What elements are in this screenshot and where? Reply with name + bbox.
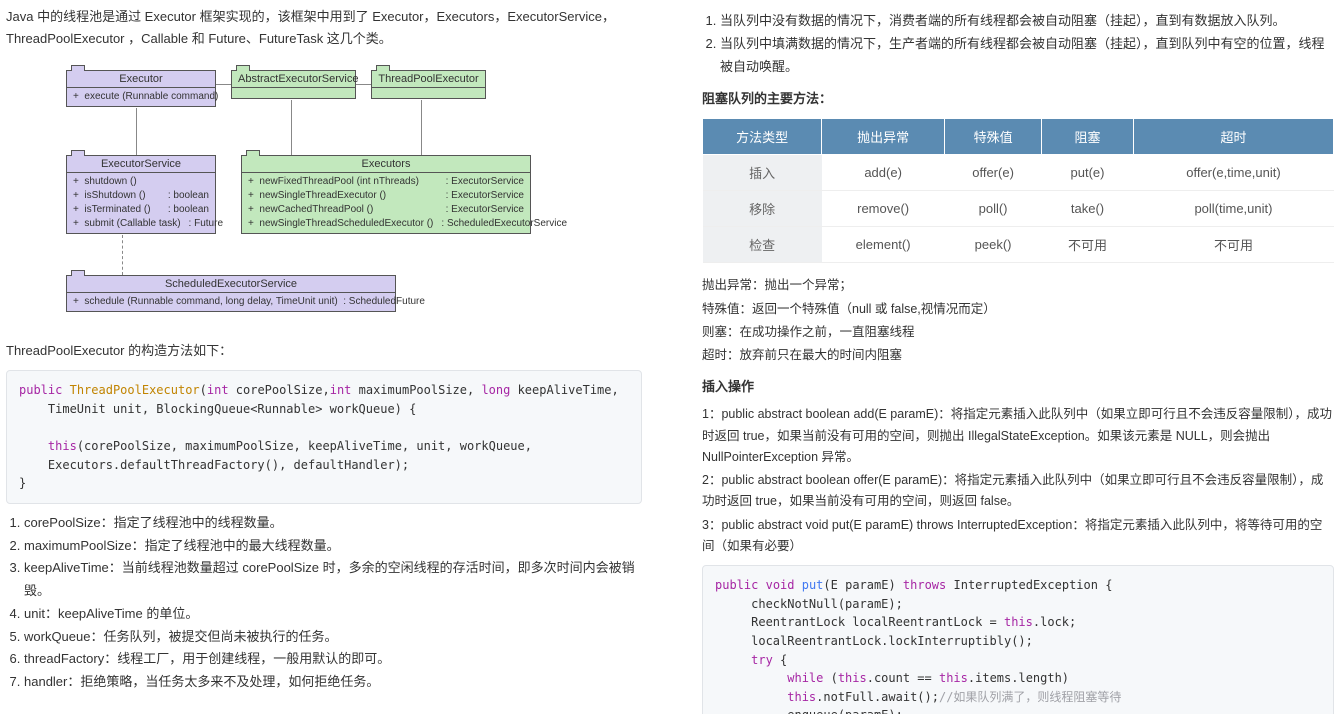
methods-table: 方法类型抛出异常特殊值阻塞超时 插入add(e)offer(e)put(e)of… [702, 118, 1334, 263]
intro-text: Java 中的线程池是通过 Executor 框架实现的，该框架中用到了 Exe… [6, 6, 642, 50]
constructor-caption: ThreadPoolExecutor 的构造方法如下： [6, 340, 642, 362]
list-item: 当队列中没有数据的情况下，消费者端的所有线程都会被自动阻塞（挂起），直到有数据放… [720, 10, 1334, 33]
list-item: workQueue：任务队列，被提交但尚未被执行的任务。 [24, 626, 642, 649]
uml-executor-service: ExecutorService + shutdown ()+ isShutdow… [66, 155, 216, 234]
table-row: 检查element()peek()不可用不可用 [703, 227, 1334, 263]
uml-diagram: Executor + execute (Runnable command) Ab… [26, 60, 586, 330]
list-item: maximumPoolSize：指定了线程池中的最大线程数量。 [24, 535, 642, 558]
definitions-block: 抛出异常：抛出一个异常；特殊值：返回一个特殊值（null 或 false,视情况… [702, 275, 1334, 366]
right-column: 当队列中没有数据的情况下，消费者端的所有线程都会被自动阻塞（挂起），直到有数据放… [672, 0, 1344, 714]
uml-executor: Executor + execute (Runnable command) [66, 70, 216, 107]
code-constructor: public ThreadPoolExecutor(int corePoolSi… [6, 370, 642, 504]
table-row: 插入add(e)offer(e)put(e)offer(e,time,unit) [703, 155, 1334, 191]
list-item: corePoolSize：指定了线程池中的线程数量。 [24, 512, 642, 535]
list-item: handler：拒绝策略，当任务太多来不及处理，如何拒绝任务。 [24, 671, 642, 694]
insert-heading: 插入操作 [702, 376, 1334, 398]
insert-items: 1：public abstract boolean add(E paramE)：… [702, 404, 1334, 557]
list-item: threadFactory：线程工厂，用于创建线程，一般用默认的即可。 [24, 648, 642, 671]
left-column: Java 中的线程池是通过 Executor 框架实现的，该框架中用到了 Exe… [0, 0, 672, 714]
list-item: 当队列中填满数据的情况下，生产者端的所有线程都会被自动阻塞（挂起），直到队列中有… [720, 33, 1334, 79]
uml-thread-pool-executor: ThreadPoolExecutor [371, 70, 486, 99]
table-row: 移除remove()poll()take()poll(time,unit) [703, 191, 1334, 227]
uml-abstract-executor-service: AbstractExecutorService [231, 70, 356, 99]
scenario-list: 当队列中没有数据的情况下，消费者端的所有线程都会被自动阻塞（挂起），直到有数据放… [702, 10, 1334, 78]
params-list: corePoolSize：指定了线程池中的线程数量。maximumPoolSiz… [6, 512, 642, 694]
uml-scheduled-executor-service: ScheduledExecutorService + schedule (Run… [66, 275, 396, 312]
code-put: public void put(E paramE) throws Interru… [702, 565, 1334, 714]
uml-executors: Executors + newFixedThreadPool (int nThr… [241, 155, 531, 234]
blocking-methods-heading: 阻塞队列的主要方法： [702, 88, 1334, 110]
list-item: keepAliveTime：当前线程池数量超过 corePoolSize 时，多… [24, 557, 642, 603]
list-item: unit：keepAliveTime 的单位。 [24, 603, 642, 626]
